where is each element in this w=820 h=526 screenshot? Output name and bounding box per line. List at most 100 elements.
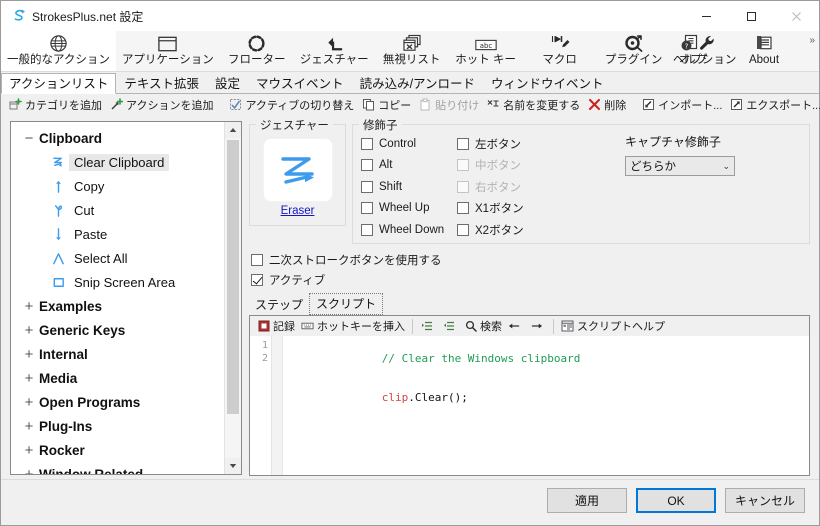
gesture-name-link[interactable]: Eraser (250, 205, 345, 217)
tab-settings[interactable]: 設定 (207, 73, 248, 94)
tab-mouse-events[interactable]: マウスイベント (248, 73, 352, 94)
tree-item-clear-clipboard[interactable]: Clear Clipboard (11, 150, 225, 174)
script-code-editor[interactable]: 1 2 // Clear the Windows clipboard clip.… (250, 336, 809, 475)
modifier-control[interactable]: Control (361, 133, 457, 155)
tree-item-paste[interactable]: Paste (11, 222, 225, 246)
checkbox[interactable] (361, 223, 373, 236)
tree-item-snip-screen-area[interactable]: Snip Screen Area (11, 270, 225, 294)
add-action-button[interactable]: アクションを追加 (106, 96, 217, 114)
tree-category-plug-ins[interactable]: + Plug-Ins (11, 414, 225, 438)
ribbon-item-hotkeys[interactable]: abc ホット キー (449, 31, 523, 71)
expand-toggle-icon[interactable]: + (19, 467, 39, 475)
tab-text-expansion[interactable]: テキスト拡張 (116, 73, 207, 94)
ribbon-item-general-actions[interactable]: 一般的なアクション (1, 31, 116, 71)
tree-vertical-scrollbar[interactable] (224, 122, 241, 474)
copy-button[interactable]: コピー (358, 96, 415, 114)
tab-window-events[interactable]: ウィンドウイベント (483, 73, 612, 94)
close-button[interactable] (774, 1, 819, 31)
modifier-alt[interactable]: Alt (361, 155, 457, 177)
checkbox[interactable] (361, 137, 373, 150)
maximize-button[interactable] (729, 1, 774, 31)
search-button[interactable]: 検索 (461, 317, 505, 335)
expand-toggle-icon[interactable]: + (19, 299, 39, 314)
scroll-down-icon[interactable] (225, 458, 241, 474)
tab-load-unload[interactable]: 読み込み/アンロード (352, 73, 483, 94)
toggle-active-button[interactable]: アクティブの切り替え (225, 96, 358, 114)
ribbon-item-floaters[interactable]: フローター (220, 31, 294, 71)
code-area[interactable]: // Clear the Windows clipboard clip.Clea… (283, 336, 809, 475)
modifier-wheel-down[interactable]: Wheel Down (361, 219, 457, 241)
ribbon-item-gestures[interactable]: ジェスチャー (294, 31, 375, 71)
checkbox[interactable] (457, 202, 469, 215)
checkbox[interactable] (361, 202, 373, 215)
modifier-wheel-up[interactable]: Wheel Up (361, 198, 457, 220)
script-help-button[interactable]: スクリプトヘルプ (558, 317, 668, 335)
checkbox-label: Alt (379, 159, 393, 172)
cancel-button[interactable]: キャンセル (725, 488, 805, 513)
outdent-button[interactable] (439, 319, 461, 334)
collapse-toggle-icon[interactable]: − (19, 131, 39, 146)
scrollbar-thumb[interactable] (227, 140, 239, 414)
tree-category-generic-keys[interactable]: + Generic Keys (11, 318, 225, 342)
tree-category-open-programs[interactable]: + Open Programs (11, 390, 225, 414)
tree-item-select-all[interactable]: Select All (11, 246, 225, 270)
gesture-group-label: ジェスチャー (256, 117, 333, 133)
minimize-button[interactable] (684, 1, 729, 31)
modifier-x1-button[interactable]: X1ボタン (457, 198, 535, 220)
ribbon-item-help[interactable]: ? ヘルプ (653, 31, 727, 71)
paste-button[interactable]: 貼り付け (415, 96, 483, 114)
expand-toggle-icon[interactable]: + (19, 443, 39, 458)
tab-action-list[interactable]: アクションリスト (1, 73, 117, 94)
capture-modifier-select[interactable]: どちらか ⌄ (625, 156, 735, 176)
scroll-up-icon[interactable] (225, 122, 241, 138)
checkbox-label: X2ボタン (475, 224, 524, 237)
ribbon-overflow-icon[interactable]: » (809, 35, 815, 46)
ribbon-item-applications[interactable]: アプリケーション (116, 31, 220, 71)
export-button[interactable]: エクスポート... (726, 96, 820, 114)
tree-category-window-related[interactable]: + Window Related (11, 462, 225, 475)
option-use-secondary-stroke-button[interactable]: 二次ストロークボタンを使用する (251, 250, 442, 270)
tree-category-examples[interactable]: + Examples (11, 294, 225, 318)
expand-toggle-icon[interactable]: + (19, 323, 39, 338)
ribbon-item-macros[interactable]: マクロ (523, 31, 597, 71)
modifier-x2-button[interactable]: X2ボタン (457, 219, 535, 241)
expand-toggle-icon[interactable]: + (19, 419, 39, 434)
ribbon-item-about[interactable]: About (727, 31, 801, 71)
main-tab-strip: アクションリスト テキスト拡張 設定 マウスイベント 読み込み/アンロード ウィ… (1, 72, 819, 94)
ok-button[interactable]: OK (636, 488, 716, 513)
add-category-button[interactable]: カテゴリを追加 (5, 96, 106, 114)
checkbox[interactable] (457, 223, 469, 236)
modifier-shift[interactable]: Shift (361, 176, 457, 198)
checkbox[interactable] (361, 159, 373, 172)
checkbox[interactable] (457, 137, 469, 150)
navigate-forward-button[interactable] (527, 319, 549, 334)
tree-item-cut[interactable]: Cut (11, 198, 225, 222)
sub-tab-steps[interactable]: ステップ (249, 295, 309, 315)
ribbon-item-ignore-list[interactable]: 無視リスト (375, 31, 449, 71)
insert-hotkey-button[interactable]: ホットキーを挿入 (298, 317, 408, 335)
record-button[interactable]: 記録 (254, 317, 298, 335)
gesture-preview[interactable] (264, 139, 332, 201)
action-tree[interactable]: − Clipboard Clear Clipboard Copy Cut Pas… (10, 121, 242, 475)
expand-toggle-icon[interactable]: + (19, 371, 39, 386)
sub-tab-script[interactable]: スクリプト (309, 293, 384, 315)
checkbox[interactable] (251, 254, 263, 266)
checkbox[interactable] (361, 180, 373, 193)
tree-category-rocker[interactable]: + Rocker (11, 438, 225, 462)
tree-category-internal[interactable]: + Internal (11, 342, 225, 366)
checkbox[interactable] (251, 274, 263, 286)
tree-item-copy[interactable]: Copy (11, 174, 225, 198)
import-button[interactable]: インポート... (638, 96, 726, 114)
apply-button[interactable]: 適用 (547, 488, 627, 513)
expand-toggle-icon[interactable]: + (19, 395, 39, 410)
delete-button[interactable]: 削除 (584, 96, 630, 114)
expand-toggle-icon[interactable]: + (19, 347, 39, 362)
navigate-back-button[interactable] (505, 319, 527, 334)
indent-button[interactable] (417, 319, 439, 334)
tree-category-media[interactable]: + Media (11, 366, 225, 390)
rename-button[interactable]: 名前を変更する (483, 96, 584, 114)
modifier-left-button[interactable]: 左ボタン (457, 133, 535, 155)
tree-category-clipboard[interactable]: − Clipboard (11, 126, 225, 150)
tree-item-label: Cut (74, 202, 95, 218)
option-active[interactable]: アクティブ (251, 270, 442, 290)
